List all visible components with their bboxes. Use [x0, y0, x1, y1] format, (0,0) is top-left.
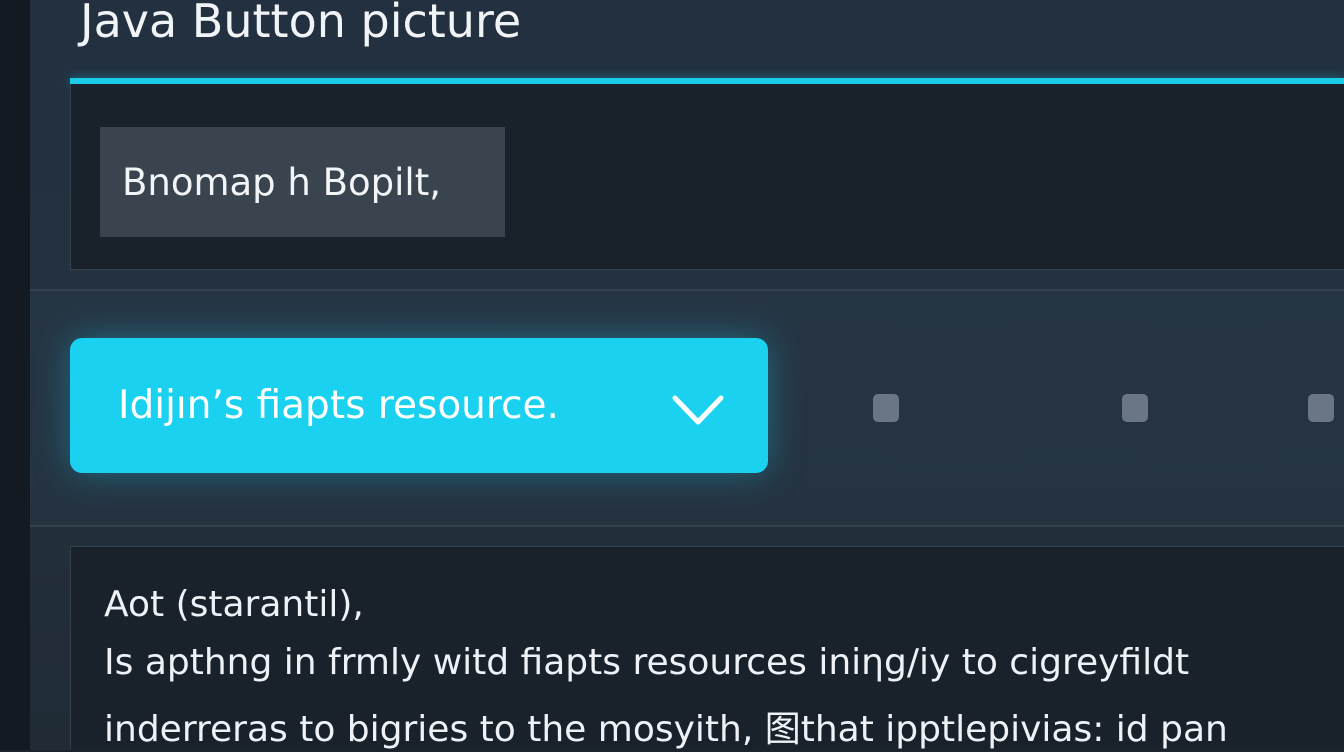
indicator-dot[interactable]	[873, 394, 899, 422]
divider	[30, 525, 1344, 527]
label-box: Bnomap h Bopilt,	[100, 127, 505, 237]
dropdown-label: Idijın’s fiapts resource.	[118, 383, 559, 428]
chevron-down-icon[interactable]	[672, 394, 724, 426]
resource-dropdown[interactable]: Idijın’s fiapts resource.	[70, 338, 768, 473]
content-line: inderreras to bigries to the mosyith, 图t…	[104, 709, 1228, 750]
content-line: Aot (starantil),	[104, 584, 364, 625]
label-box-text: Bnomap h Bopilt,	[122, 160, 441, 204]
left-rail	[0, 0, 31, 750]
indicator-dot[interactable]	[1308, 394, 1334, 422]
indicator-dot[interactable]	[1122, 394, 1148, 422]
content-line: Is apthng in frmly witd fiapts resources…	[104, 642, 1190, 683]
window-title: Java Button picture	[80, 0, 522, 48]
